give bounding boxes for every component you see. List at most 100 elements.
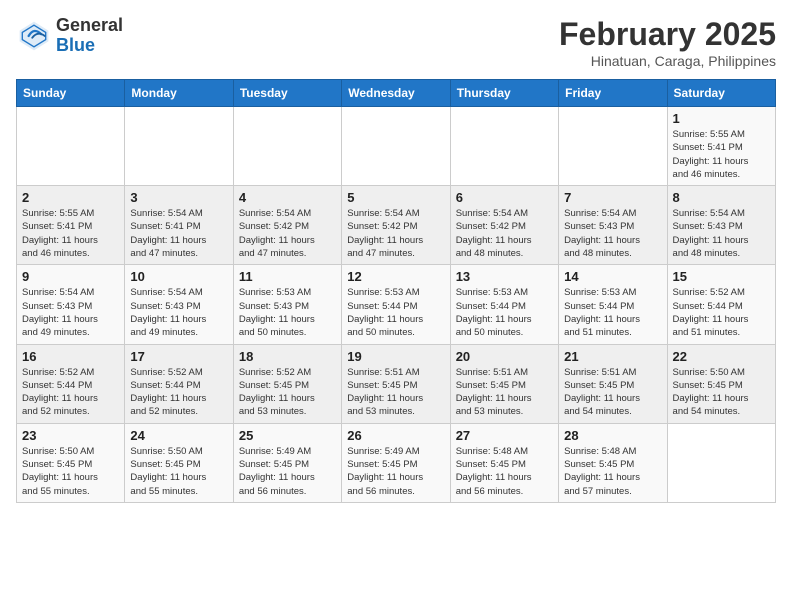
calendar-week-2: 2Sunrise: 5:55 AM Sunset: 5:41 PM Daylig… xyxy=(17,186,776,265)
calendar-cell: 4 Sunrise: 5:54 AM Sunset: 5:42 PM Daylig… xyxy=(233,186,341,265)
day-info: Sunrise: 5:48 AM Sunset: 5:45 PM Dayligh… xyxy=(456,445,553,498)
day-info: Sunrise: 5:51 AM Sunset: 5:45 PM Dayligh… xyxy=(347,366,444,419)
day-info: Sunrise: 5:54 AM Sunset: 5:41 PM Dayligh… xyxy=(130,207,227,260)
day-info: Sunrise: 5:50 AM Sunset: 5:45 PM Dayligh… xyxy=(22,445,119,498)
day-number: 19 xyxy=(347,349,444,364)
day-info: Sunrise: 5:50 AM Sunset: 5:45 PM Dayligh… xyxy=(673,366,770,419)
weekday-header-thursday: Thursday xyxy=(450,80,558,107)
weekday-header-monday: Monday xyxy=(125,80,233,107)
day-number: 22 xyxy=(673,349,770,364)
calendar-cell xyxy=(233,107,341,186)
calendar-cell: 9 Sunrise: 5:54 AM Sunset: 5:43 PM Daylig… xyxy=(17,265,125,344)
day-info: Sunrise: 5:49 AM Sunset: 5:45 PM Dayligh… xyxy=(347,445,444,498)
calendar-week-1: 1Sunrise: 5:55 AM Sunset: 5:41 PM Daylig… xyxy=(17,107,776,186)
calendar-cell: 14 Sunrise: 5:53 AM Sunset: 5:44 PM Dayli… xyxy=(559,265,667,344)
logo-text: General Blue xyxy=(56,16,123,56)
calendar-cell: 26 Sunrise: 5:49 AM Sunset: 5:45 PM Dayli… xyxy=(342,423,450,502)
calendar-cell: 17 Sunrise: 5:52 AM Sunset: 5:44 PM Dayli… xyxy=(125,344,233,423)
day-number: 5 xyxy=(347,190,444,205)
logo-icon xyxy=(16,18,52,54)
day-number: 11 xyxy=(239,269,336,284)
calendar-cell xyxy=(559,107,667,186)
day-info: Sunrise: 5:52 AM Sunset: 5:44 PM Dayligh… xyxy=(673,286,770,339)
calendar-week-4: 16 Sunrise: 5:52 AM Sunset: 5:44 PM Dayli… xyxy=(17,344,776,423)
calendar-cell: 1Sunrise: 5:55 AM Sunset: 5:41 PM Daylig… xyxy=(667,107,775,186)
day-number: 24 xyxy=(130,428,227,443)
page-header: General Blue February 2025 Hinatuan, Car… xyxy=(16,16,776,69)
day-number: 25 xyxy=(239,428,336,443)
day-number: 2 xyxy=(22,190,119,205)
calendar-week-5: 23 Sunrise: 5:50 AM Sunset: 5:45 PM Dayli… xyxy=(17,423,776,502)
calendar-cell: 15 Sunrise: 5:52 AM Sunset: 5:44 PM Dayli… xyxy=(667,265,775,344)
day-number: 8 xyxy=(673,190,770,205)
day-info: Sunrise: 5:54 AM Sunset: 5:42 PM Dayligh… xyxy=(239,207,336,260)
calendar-cell: 8 Sunrise: 5:54 AM Sunset: 5:43 PM Daylig… xyxy=(667,186,775,265)
day-number: 6 xyxy=(456,190,553,205)
calendar-cell: 21Sunrise: 5:51 AM Sunset: 5:45 PM Dayli… xyxy=(559,344,667,423)
calendar-cell: 10Sunrise: 5:54 AM Sunset: 5:43 PM Dayli… xyxy=(125,265,233,344)
day-number: 27 xyxy=(456,428,553,443)
calendar-cell: 2Sunrise: 5:55 AM Sunset: 5:41 PM Daylig… xyxy=(17,186,125,265)
day-info: Sunrise: 5:54 AM Sunset: 5:42 PM Dayligh… xyxy=(456,207,553,260)
day-number: 23 xyxy=(22,428,119,443)
calendar-cell: 28Sunrise: 5:48 AM Sunset: 5:45 PM Dayli… xyxy=(559,423,667,502)
day-number: 15 xyxy=(673,269,770,284)
day-info: Sunrise: 5:53 AM Sunset: 5:44 PM Dayligh… xyxy=(456,286,553,339)
calendar-cell: 18 Sunrise: 5:52 AM Sunset: 5:45 PM Dayli… xyxy=(233,344,341,423)
calendar-week-3: 9 Sunrise: 5:54 AM Sunset: 5:43 PM Daylig… xyxy=(17,265,776,344)
day-info: Sunrise: 5:54 AM Sunset: 5:43 PM Dayligh… xyxy=(130,286,227,339)
calendar-cell: 12 Sunrise: 5:53 AM Sunset: 5:44 PM Dayli… xyxy=(342,265,450,344)
day-number: 21 xyxy=(564,349,661,364)
day-info: Sunrise: 5:53 AM Sunset: 5:43 PM Dayligh… xyxy=(239,286,336,339)
day-number: 14 xyxy=(564,269,661,284)
day-info: Sunrise: 5:53 AM Sunset: 5:44 PM Dayligh… xyxy=(347,286,444,339)
day-number: 17 xyxy=(130,349,227,364)
day-number: 3 xyxy=(130,190,227,205)
day-info: Sunrise: 5:53 AM Sunset: 5:44 PM Dayligh… xyxy=(564,286,661,339)
day-number: 18 xyxy=(239,349,336,364)
day-info: Sunrise: 5:54 AM Sunset: 5:43 PM Dayligh… xyxy=(22,286,119,339)
calendar-cell: 3 Sunrise: 5:54 AM Sunset: 5:41 PM Daylig… xyxy=(125,186,233,265)
weekday-header-friday: Friday xyxy=(559,80,667,107)
calendar-cell: 22 Sunrise: 5:50 AM Sunset: 5:45 PM Dayli… xyxy=(667,344,775,423)
calendar-cell xyxy=(342,107,450,186)
calendar-cell: 6 Sunrise: 5:54 AM Sunset: 5:42 PM Daylig… xyxy=(450,186,558,265)
day-info: Sunrise: 5:52 AM Sunset: 5:44 PM Dayligh… xyxy=(22,366,119,419)
calendar-cell: 11 Sunrise: 5:53 AM Sunset: 5:43 PM Dayli… xyxy=(233,265,341,344)
day-number: 20 xyxy=(456,349,553,364)
page-title: February 2025 xyxy=(559,16,776,53)
day-number: 4 xyxy=(239,190,336,205)
calendar-table: SundayMondayTuesdayWednesdayThursdayFrid… xyxy=(16,79,776,503)
calendar-cell: 19 Sunrise: 5:51 AM Sunset: 5:45 PM Dayli… xyxy=(342,344,450,423)
calendar-cell: 24Sunrise: 5:50 AM Sunset: 5:45 PM Dayli… xyxy=(125,423,233,502)
calendar-header-row: SundayMondayTuesdayWednesdayThursdayFrid… xyxy=(17,80,776,107)
day-number: 7 xyxy=(564,190,661,205)
calendar-cell: 23 Sunrise: 5:50 AM Sunset: 5:45 PM Dayli… xyxy=(17,423,125,502)
calendar-cell xyxy=(450,107,558,186)
day-number: 13 xyxy=(456,269,553,284)
day-info: Sunrise: 5:54 AM Sunset: 5:43 PM Dayligh… xyxy=(564,207,661,260)
title-block: February 2025 Hinatuan, Caraga, Philippi… xyxy=(559,16,776,69)
day-info: Sunrise: 5:52 AM Sunset: 5:44 PM Dayligh… xyxy=(130,366,227,419)
day-info: Sunrise: 5:54 AM Sunset: 5:43 PM Dayligh… xyxy=(673,207,770,260)
day-number: 12 xyxy=(347,269,444,284)
day-info: Sunrise: 5:52 AM Sunset: 5:45 PM Dayligh… xyxy=(239,366,336,419)
weekday-header-tuesday: Tuesday xyxy=(233,80,341,107)
day-number: 26 xyxy=(347,428,444,443)
weekday-header-wednesday: Wednesday xyxy=(342,80,450,107)
page-subtitle: Hinatuan, Caraga, Philippines xyxy=(559,53,776,69)
weekday-header-sunday: Sunday xyxy=(17,80,125,107)
day-number: 16 xyxy=(22,349,119,364)
calendar-cell: 27 Sunrise: 5:48 AM Sunset: 5:45 PM Dayli… xyxy=(450,423,558,502)
day-info: Sunrise: 5:55 AM Sunset: 5:41 PM Dayligh… xyxy=(673,128,770,181)
logo: General Blue xyxy=(16,16,123,56)
day-info: Sunrise: 5:51 AM Sunset: 5:45 PM Dayligh… xyxy=(456,366,553,419)
day-info: Sunrise: 5:48 AM Sunset: 5:45 PM Dayligh… xyxy=(564,445,661,498)
calendar-cell: 20 Sunrise: 5:51 AM Sunset: 5:45 PM Dayli… xyxy=(450,344,558,423)
calendar-cell: 16 Sunrise: 5:52 AM Sunset: 5:44 PM Dayli… xyxy=(17,344,125,423)
calendar-cell: 25Sunrise: 5:49 AM Sunset: 5:45 PM Dayli… xyxy=(233,423,341,502)
calendar-cell xyxy=(17,107,125,186)
day-number: 9 xyxy=(22,269,119,284)
calendar-cell xyxy=(125,107,233,186)
calendar-cell: 13 Sunrise: 5:53 AM Sunset: 5:44 PM Dayli… xyxy=(450,265,558,344)
